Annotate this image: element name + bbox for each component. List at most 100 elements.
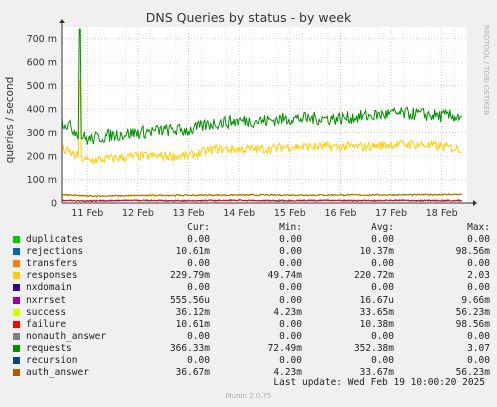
legend-cur: 0.00 bbox=[187, 282, 210, 294]
y-tick-label: 100 m bbox=[27, 175, 57, 186]
legend-max: 56.23m bbox=[455, 306, 490, 318]
legend-swatch bbox=[13, 284, 20, 292]
x-tick-label: 12 Feb bbox=[122, 208, 154, 219]
legend-swatch bbox=[13, 369, 20, 377]
legend-min: 72.49m bbox=[267, 342, 302, 354]
legend-cur: 0.00 bbox=[187, 234, 210, 245]
legend-max: 98.56m bbox=[455, 318, 490, 330]
legend-avg: 0.00 bbox=[371, 355, 394, 366]
legend-min: 0.00 bbox=[279, 234, 302, 245]
legend-min: 0.00 bbox=[279, 258, 302, 270]
legend-header-min: Min: bbox=[279, 222, 302, 233]
legend-row-success: success 36.12m 4.23m 33.65m 56.23m bbox=[10, 307, 490, 319]
legend-swatch bbox=[13, 320, 20, 328]
legend-cur: 36.12m bbox=[175, 306, 210, 318]
y-tick-label: 300 m bbox=[27, 128, 57, 139]
legend-min: 0.00 bbox=[279, 282, 302, 294]
legend-avg: 10.37m bbox=[359, 246, 394, 258]
legend-avg: 16.67u bbox=[359, 294, 394, 306]
legend-cur: 0.00 bbox=[187, 355, 210, 366]
legend-cur: 10.61m bbox=[175, 318, 210, 330]
legend-min: 0.00 bbox=[279, 246, 302, 258]
legend-name: auth_answer bbox=[26, 367, 89, 379]
x-tick-label: 13 Feb bbox=[173, 208, 205, 219]
legend-name: success bbox=[26, 306, 67, 318]
legend-header-avg: Avg: bbox=[371, 222, 394, 233]
legend-row-transfers: transfers 0.00 0.00 0.00 0.00 bbox=[10, 258, 490, 270]
legend-avg: 0.00 bbox=[371, 330, 394, 342]
legend-row-nxrrset: nxrrset 555.56u 0.00 16.67u 9.66m bbox=[10, 295, 490, 307]
legend-swatch bbox=[13, 236, 20, 243]
legend-max: 0.00 bbox=[467, 258, 490, 270]
legend-avg: 33.65m bbox=[359, 306, 394, 318]
legend-swatch bbox=[13, 248, 20, 256]
legend-min: 0.00 bbox=[279, 318, 302, 330]
legend-min: 0.00 bbox=[279, 355, 302, 366]
legend-row-failure: failure 10.61m 0.00 10.38m 98.56m bbox=[10, 319, 490, 331]
legend-avg: 220.72m bbox=[353, 270, 394, 282]
legend-name: duplicates bbox=[26, 234, 84, 245]
legend-max: 0.00 bbox=[467, 282, 490, 294]
legend-name: transfers bbox=[26, 258, 78, 270]
y-tick-label: 0 bbox=[51, 199, 57, 210]
legend-swatch bbox=[13, 357, 20, 364]
legend-cur: 366.33m bbox=[169, 342, 210, 354]
legend-max: 9.66m bbox=[461, 294, 490, 306]
last-update: Last update: Wed Feb 19 10:00:20 2025 bbox=[273, 377, 485, 388]
legend-avg: 0.00 bbox=[371, 234, 394, 245]
legend-name: responses bbox=[26, 270, 78, 282]
legend-header-max: Max: bbox=[467, 222, 490, 233]
legend-name: requests bbox=[26, 342, 72, 354]
legend-swatch bbox=[13, 344, 20, 352]
y-tick-label: 200 m bbox=[27, 152, 57, 163]
legend-cur: 0.00 bbox=[187, 258, 210, 270]
x-tick-label: 15 Feb bbox=[274, 208, 306, 219]
legend-min: 0.00 bbox=[279, 330, 302, 342]
x-tick-label: 18 Feb bbox=[426, 208, 458, 219]
legend-name: rejections bbox=[26, 246, 84, 258]
legend-header-cur: Cur: bbox=[187, 222, 210, 233]
y-axis-arrow bbox=[59, 19, 65, 23]
legend-max: 2.03 bbox=[467, 270, 490, 282]
x-tick-label: 16 Feb bbox=[324, 208, 356, 219]
legend-name: recursion bbox=[26, 355, 78, 366]
y-tick-label: 500 m bbox=[27, 81, 57, 92]
legend-row-nxdomain: nxdomain 0.00 0.00 0.00 0.00 bbox=[10, 282, 490, 294]
x-tick-label: 17 Feb bbox=[375, 208, 407, 219]
y-tick-label: 700 m bbox=[27, 34, 57, 45]
legend-min: 4.23m bbox=[273, 306, 302, 318]
legend-max: 0.00 bbox=[467, 330, 490, 342]
x-tick-label: 14 Feb bbox=[223, 208, 255, 219]
legend-avg: 0.00 bbox=[371, 258, 394, 270]
legend-swatch bbox=[13, 260, 20, 268]
legend-header-row: Cur: Min: Avg: Max: bbox=[10, 222, 490, 234]
legend-cur: 0.00 bbox=[187, 330, 210, 342]
legend-row-duplicates: duplicates 0.00 0.00 0.00 0.00 bbox=[10, 234, 490, 246]
legend-swatch bbox=[13, 272, 20, 280]
legend-cur: 229.79m bbox=[169, 270, 210, 282]
legend-avg: 0.00 bbox=[371, 282, 394, 294]
dns-queries-chart: 0 100 m 200 m 300 m 400 m 500 m 600 m 700 m 11 F… bbox=[27, 19, 477, 219]
legend-row-recursion: recursion 0.00 0.00 0.00 0.00 bbox=[10, 355, 490, 367]
legend-cur: 36.67m bbox=[175, 367, 210, 379]
legend-avg: 10.38m bbox=[359, 318, 394, 330]
legend-min: 0.00 bbox=[279, 294, 302, 306]
legend-swatch bbox=[13, 296, 20, 304]
y-tick-label: 400 m bbox=[27, 105, 57, 116]
legend-name: failure bbox=[26, 318, 67, 330]
legend-max: 98.56m bbox=[455, 246, 490, 258]
legend-name: nonauth_answer bbox=[26, 330, 107, 342]
legend-min: 49.74m bbox=[267, 270, 302, 282]
legend-name: nxdomain bbox=[26, 282, 72, 294]
legend-row-responses: responses 229.79m 49.74m 220.72m 2.03 bbox=[10, 270, 490, 282]
legend-name: nxrrset bbox=[26, 294, 67, 306]
x-tick-label: 11 Feb bbox=[71, 208, 103, 219]
y-tick-label: 600 m bbox=[27, 58, 57, 69]
munin-version: Munin 2.0.75 bbox=[225, 392, 272, 400]
x-axis-arrow bbox=[473, 200, 477, 206]
legend-cur: 10.61m bbox=[175, 246, 210, 258]
plot-area bbox=[62, 27, 467, 203]
legend-swatch bbox=[13, 308, 20, 316]
legend-avg: 352.38m bbox=[353, 342, 394, 354]
legend-cur: 555.56u bbox=[169, 294, 210, 306]
